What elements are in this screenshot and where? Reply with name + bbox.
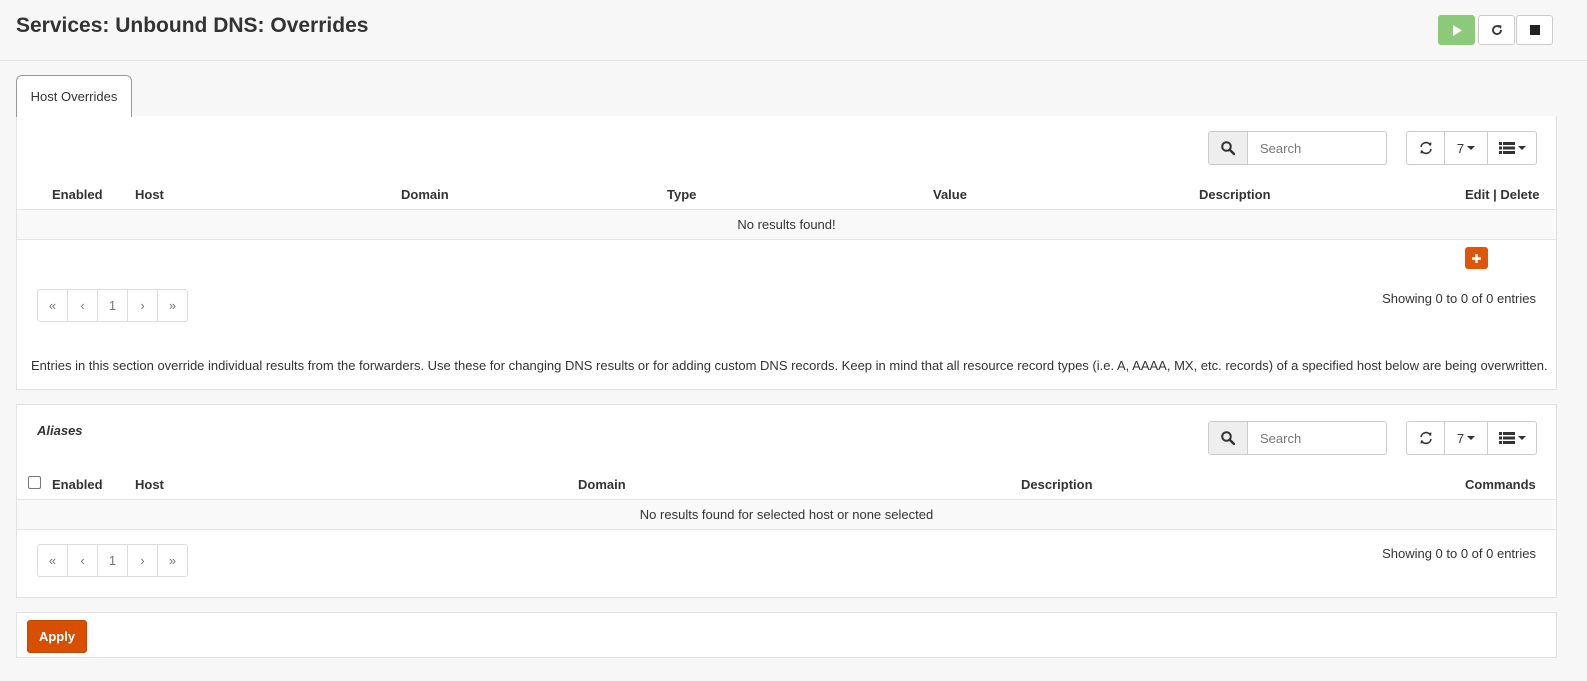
- tab-label: Host Overrides: [30, 89, 118, 104]
- host-overrides-panel: 7 Enabled Host Domain Type Value Descrip…: [16, 116, 1557, 390]
- empty-row: No results found!: [17, 209, 1556, 240]
- page-1-button[interactable]: 1: [97, 544, 128, 577]
- caret-down-icon: [1467, 146, 1476, 150]
- next-page-button[interactable]: ›: [127, 289, 158, 322]
- aliases-search: [1208, 421, 1387, 455]
- col-domain[interactable]: Domain: [578, 477, 626, 492]
- col-type[interactable]: Type: [667, 187, 696, 202]
- last-page-button[interactable]: »: [157, 289, 188, 322]
- col-host[interactable]: Host: [135, 477, 164, 492]
- stop-icon: [1529, 25, 1540, 35]
- page-size-dropdown[interactable]: 7: [1444, 131, 1488, 165]
- stop-service-button[interactable]: [1516, 15, 1553, 45]
- last-page-button[interactable]: »: [157, 544, 188, 577]
- apply-panel: Apply: [16, 612, 1557, 658]
- play-icon: [1452, 24, 1462, 36]
- refresh-button[interactable]: [1406, 131, 1445, 165]
- entries-summary: Showing 0 to 0 of 0 entries: [1382, 291, 1536, 306]
- aliases-title: Aliases: [37, 423, 83, 438]
- empty-row: No results found for selected host or no…: [17, 499, 1556, 530]
- overrides-search: [1208, 131, 1387, 165]
- page-header: Services: Unbound DNS: Overrides: [0, 0, 1587, 61]
- overrides-grid-actions: 7: [1406, 131, 1537, 165]
- search-icon: [1221, 141, 1235, 155]
- search-button[interactable]: [1208, 131, 1248, 165]
- col-host[interactable]: Host: [135, 187, 164, 202]
- aliases-grid-actions: 7: [1406, 421, 1537, 455]
- columns-dropdown[interactable]: [1487, 421, 1537, 455]
- col-domain[interactable]: Domain: [401, 187, 449, 202]
- first-page-button[interactable]: «: [37, 289, 68, 322]
- start-service-button[interactable]: [1438, 15, 1475, 45]
- aliases-panel: Aliases 7 Enabled Host Domain Descriptio…: [16, 404, 1557, 598]
- page-title: Services: Unbound DNS: Overrides: [16, 14, 369, 37]
- aliases-pagination: « ‹ 1 › »: [37, 544, 188, 577]
- col-edit-delete: Edit | Delete: [1465, 187, 1540, 202]
- refresh-button[interactable]: [1406, 421, 1445, 455]
- page-size-dropdown[interactable]: 7: [1444, 421, 1488, 455]
- search-input[interactable]: [1248, 131, 1387, 165]
- caret-down-icon: [1467, 436, 1476, 440]
- help-text: Entries in this section override individ…: [31, 358, 1548, 373]
- next-page-button[interactable]: ›: [127, 544, 158, 577]
- prev-page-button[interactable]: ‹: [67, 289, 98, 322]
- col-commands: Commands: [1465, 477, 1536, 492]
- refresh-icon: [1419, 431, 1432, 445]
- apply-button[interactable]: Apply: [27, 620, 87, 653]
- plus-icon: [1472, 253, 1481, 263]
- page-size-value: 7: [1456, 430, 1465, 446]
- columns-dropdown[interactable]: [1487, 131, 1537, 165]
- page-1-button[interactable]: 1: [97, 289, 128, 322]
- col-description[interactable]: Description: [1021, 477, 1093, 492]
- prev-page-button[interactable]: ‹: [67, 544, 98, 577]
- refresh-icon: [1419, 141, 1432, 155]
- col-enabled[interactable]: Enabled: [52, 187, 103, 202]
- select-all-checkbox[interactable]: [28, 476, 41, 489]
- search-button[interactable]: [1208, 421, 1248, 455]
- add-override-button[interactable]: [1465, 247, 1488, 269]
- list-icon: [1498, 432, 1515, 444]
- col-description[interactable]: Description: [1199, 187, 1271, 202]
- overrides-pagination: « ‹ 1 › »: [37, 289, 188, 322]
- reload-icon: [1491, 25, 1502, 35]
- col-value[interactable]: Value: [933, 187, 967, 202]
- entries-summary: Showing 0 to 0 of 0 entries: [1382, 546, 1536, 561]
- search-input[interactable]: [1248, 421, 1387, 455]
- caret-down-icon: [1517, 436, 1526, 440]
- caret-down-icon: [1517, 146, 1526, 150]
- list-icon: [1498, 142, 1515, 154]
- tab-host-overrides[interactable]: Host Overrides: [16, 75, 132, 117]
- page-size-value: 7: [1456, 140, 1465, 156]
- search-icon: [1221, 431, 1235, 445]
- restart-service-button[interactable]: [1478, 15, 1515, 45]
- first-page-button[interactable]: «: [37, 544, 68, 577]
- col-enabled[interactable]: Enabled: [52, 477, 103, 492]
